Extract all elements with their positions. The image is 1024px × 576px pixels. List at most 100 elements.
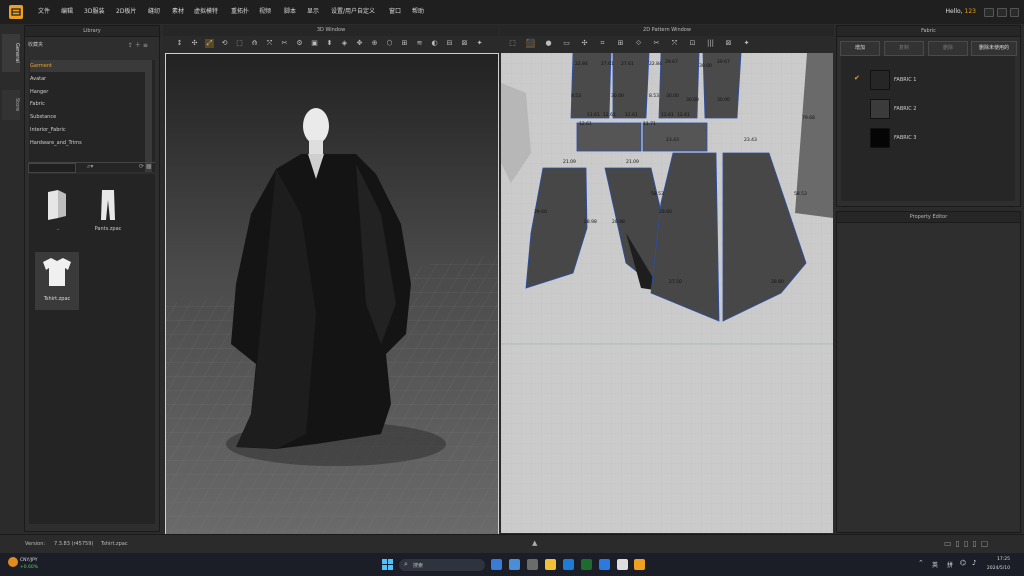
expand-up-icon[interactable]: ▲ [532, 539, 537, 547]
tool-icon-3d[interactable]: ✥ [355, 39, 364, 48]
tab-store[interactable]: Store [2, 90, 20, 120]
tool-icon-2d[interactable]: ✦ [742, 39, 751, 48]
app-icon-blue[interactable] [599, 559, 610, 570]
clo-taskbar-icon[interactable] [634, 559, 645, 570]
tab-general[interactable]: General [2, 34, 20, 72]
browser-icon[interactable] [509, 559, 520, 570]
menu-item[interactable]: 设置/用户自定义 [331, 0, 375, 24]
menu-item[interactable]: 3D服装 [84, 0, 104, 24]
viewport-3d[interactable] [165, 53, 499, 535]
menu-item[interactable]: 帮助 [412, 0, 424, 24]
app-logo-icon[interactable] [9, 5, 23, 19]
menu-item[interactable]: 显示 [307, 0, 319, 24]
viewport-2d[interactable]: 22.84 27.61 27.61 22.84 29.67 30.00 29.67 8.53 3… [501, 53, 833, 533]
fabric-item-3[interactable]: FABRIC 3 [842, 126, 1018, 150]
pycharm-icon[interactable] [581, 559, 592, 570]
tool-icon-3d[interactable]: ⟰ [250, 39, 259, 48]
library-category-item[interactable]: Garment [30, 60, 150, 72]
library-category-item[interactable]: Avatar [30, 73, 150, 85]
tool-icon-3d[interactable]: ⊕ [370, 39, 379, 48]
view-toggle-icons[interactable]: ⟳ ▦ [139, 163, 152, 170]
tool-icon-2d[interactable]: ⊞ [616, 39, 625, 48]
fabric-item-1[interactable]: ✔ FABRIC 1 [842, 68, 1018, 92]
maximize-button[interactable] [997, 8, 1007, 17]
library-category-item[interactable]: Fabric [30, 98, 150, 110]
tool-icon-3d[interactable]: ⊞ [400, 39, 409, 48]
tool-icon-2d[interactable]: ⟐ [634, 39, 643, 48]
tool-icon-3d[interactable]: ⤧ [265, 39, 274, 48]
file-item-tshirt[interactable]: Tshirt.zpac [35, 252, 79, 310]
file-item-pants[interactable]: Pants.zpac [86, 188, 130, 232]
library-category-item[interactable]: Interior_Fabric [30, 124, 150, 136]
tool-icon-2d[interactable]: ✂ [652, 39, 661, 48]
taskbar-search[interactable]: ⌕ 搜索 [399, 559, 485, 571]
menu-item[interactable]: 脚本 [284, 0, 296, 24]
tool-icon-2d[interactable]: ⤧ [670, 39, 679, 48]
copilot-icon[interactable] [527, 559, 538, 570]
tool-icon-3d[interactable]: ⟲ [220, 39, 229, 48]
close-button[interactable] [1010, 8, 1019, 17]
app-icon-white[interactable] [617, 559, 628, 570]
delete-unused-fabric-button[interactable]: 删除未使用的 [971, 41, 1017, 56]
menu-item[interactable]: 编辑 [61, 0, 73, 24]
tool-icon-2d[interactable]: ● [544, 39, 553, 48]
clock-time[interactable]: 17:25 [988, 557, 1010, 562]
search-filter-icon[interactable]: ⌕▾ [87, 163, 93, 171]
edge-icon[interactable] [563, 559, 574, 570]
pants-icon [101, 190, 115, 220]
tool-icon-3d[interactable]: ◐ [430, 39, 439, 48]
tool-icon-3d[interactable]: ✣ [190, 39, 199, 48]
ime-mode[interactable]: 拼 [947, 560, 953, 569]
layout-icons[interactable]: ▭▯▯▯▢ [944, 539, 992, 548]
menu-item[interactable]: 重拓扑 [231, 0, 249, 24]
library-search-input[interactable] [28, 163, 76, 173]
tool-icon-2d[interactable]: ✣ [580, 39, 589, 48]
duplicate-fabric-button[interactable]: 复制 [884, 41, 924, 56]
tool-icon-2d[interactable]: ⊠ [724, 39, 733, 48]
tool-icon-3d[interactable]: ◈ [340, 39, 349, 48]
clock-date[interactable]: 2024/5/10 [982, 566, 1010, 571]
library-category-item[interactable]: Substance [30, 111, 150, 123]
tool-icon-2d[interactable]: ⌗ [598, 39, 607, 48]
network-icon[interactable]: ⌬ [960, 559, 966, 567]
library-category-item[interactable]: Hardware_and_Trims [30, 137, 150, 149]
tool-icon-3d[interactable]: ⤢ [205, 39, 214, 48]
menu-item[interactable]: 视频 [259, 0, 271, 24]
tray-chevron-icon[interactable]: ⌃ [918, 559, 924, 567]
add-fabric-button[interactable]: 增加 [840, 41, 880, 56]
tool-icon-3d[interactable]: ✦ [475, 39, 484, 48]
menu-item[interactable]: 缝纫 [148, 0, 160, 24]
file-explorer-icon[interactable] [545, 559, 556, 570]
windows-start-icon[interactable] [382, 559, 393, 570]
library-toolbar-icons[interactable]: ⇪ ＋ ≡ [128, 40, 148, 49]
file-item-parent[interactable]: .. [38, 188, 78, 232]
tool-icon-2d[interactable]: ⊡ [688, 39, 697, 48]
tool-icon-3d[interactable]: ⊟ [445, 39, 454, 48]
tool-icon-3d[interactable]: ▣ [310, 39, 319, 48]
menu-item[interactable]: 文件 [38, 0, 50, 24]
tool-icon-2d[interactable]: ⬛ [526, 39, 535, 48]
minimize-button[interactable] [984, 8, 994, 17]
tool-icon-2d[interactable]: ||| [706, 39, 715, 48]
weather-icon[interactable] [8, 557, 18, 567]
ime-lang[interactable]: 英 [932, 560, 938, 569]
menu-item[interactable]: 2D板片 [116, 0, 136, 24]
fabric-item-2[interactable]: FABRIC 2 [842, 97, 1018, 121]
tool-icon-3d[interactable]: ⬍ [325, 39, 334, 48]
tool-icon-2d[interactable]: ⬚ [508, 39, 517, 48]
volume-icon[interactable]: ♪ [972, 559, 976, 567]
tool-icon-2d[interactable]: ▭ [562, 39, 571, 48]
tool-icon-3d[interactable]: ✂ [280, 39, 289, 48]
taskview-icon[interactable] [491, 559, 502, 570]
tool-icon-3d[interactable]: ⬡ [385, 39, 394, 48]
menu-item[interactable]: 素材 [172, 0, 184, 24]
menu-item[interactable]: 虚拟模特 [194, 0, 218, 24]
library-category-item[interactable]: Hanger [30, 86, 150, 98]
tool-icon-3d[interactable]: ↕ [175, 39, 184, 48]
tool-icon-3d[interactable]: ⬚ [235, 39, 244, 48]
tool-icon-3d[interactable]: ⚙ [295, 39, 304, 48]
menu-item[interactable]: 窗口 [389, 0, 401, 24]
tool-icon-3d[interactable]: ⊠ [460, 39, 469, 48]
delete-fabric-button[interactable]: 删除 [928, 41, 968, 56]
tool-icon-3d[interactable]: ≋ [415, 39, 424, 48]
